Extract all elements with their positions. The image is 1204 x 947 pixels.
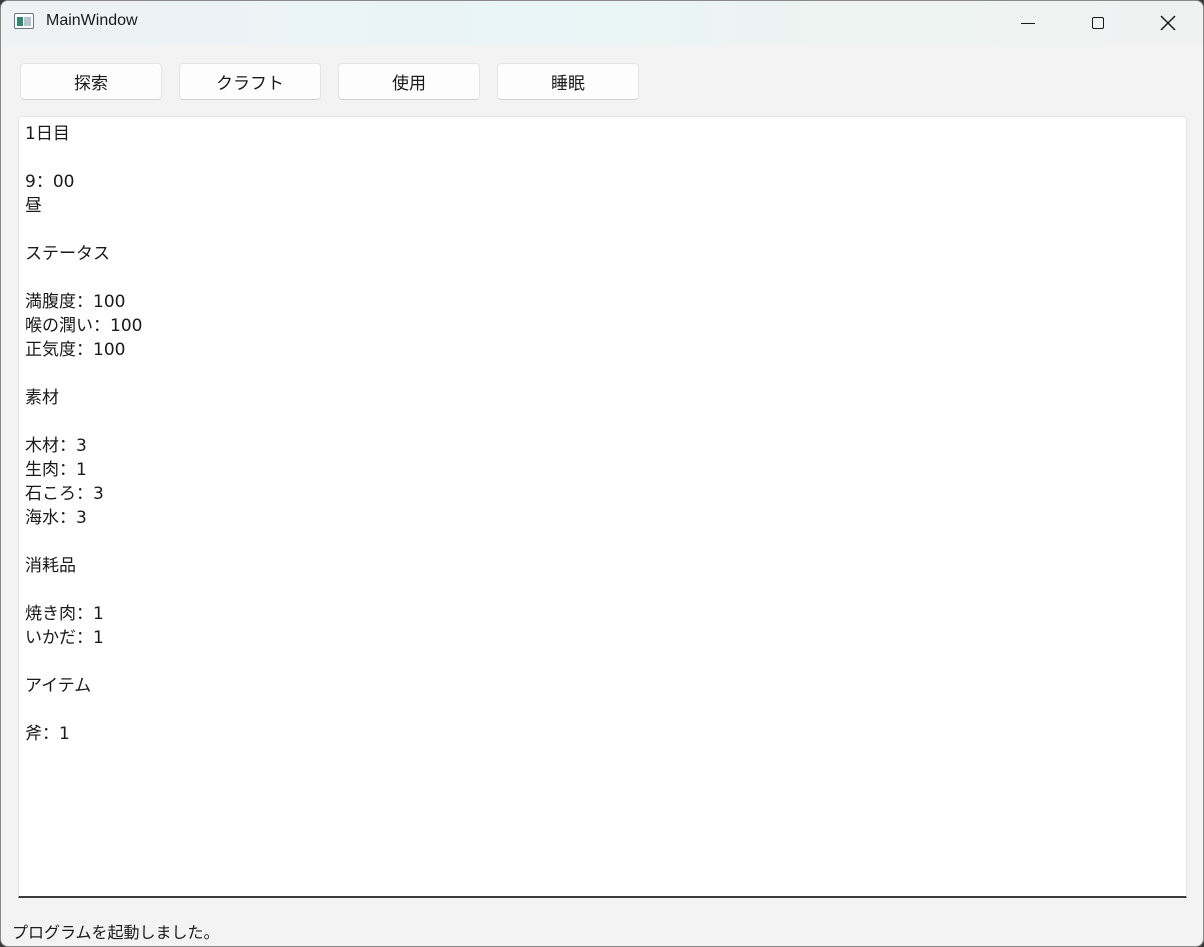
status-bar-message: プログラムを起動しました。 — [12, 923, 220, 942]
log-blank-line — [25, 218, 142, 242]
log-blank-line — [25, 530, 142, 554]
app-window-icon — [14, 13, 34, 29]
use-button[interactable]: 使用 — [338, 63, 480, 100]
log-line: 喉の潤い：100 — [25, 316, 143, 336]
log-line: 焼き肉：1 — [25, 604, 104, 624]
log-blank-line — [25, 266, 142, 290]
log-line: 消耗品 — [25, 556, 76, 576]
minimize-button[interactable] — [993, 1, 1063, 45]
maximize-icon — [1092, 17, 1104, 29]
log-line: 素材 — [25, 388, 59, 408]
log-text-area[interactable]: 1日目 9：00 昼ステータス満腹度：100 喉の潤い：100 正気度：100 素材木材：… — [18, 116, 1187, 898]
log-blank-line — [25, 698, 142, 722]
log-line: 斧：1 — [25, 724, 70, 744]
log-line: アイテム — [25, 676, 92, 696]
close-button[interactable] — [1133, 1, 1203, 45]
log-line: 1日目 — [25, 124, 70, 144]
log-blank-line — [25, 410, 142, 434]
log-blank-line — [25, 578, 142, 602]
craft-button[interactable]: クラフト — [179, 63, 321, 100]
explore-button[interactable]: 探索 — [20, 63, 162, 100]
log-line: 石ころ：3 — [25, 484, 104, 504]
minimize-icon — [1021, 22, 1035, 24]
maximize-button[interactable] — [1063, 1, 1133, 45]
log-line: いかだ：1 — [25, 628, 104, 648]
title-bar[interactable]: MainWindow — [1, 1, 1203, 45]
log-line: 正気度：100 — [25, 340, 126, 360]
sleep-button[interactable]: 睡眠 — [497, 63, 639, 100]
close-icon — [1160, 15, 1176, 31]
log-line: 木材：3 — [25, 436, 87, 456]
log-blank-line — [25, 146, 142, 170]
log-line: 9：00 — [25, 172, 75, 192]
window-title: MainWindow — [46, 12, 138, 29]
log-line: 海水：3 — [25, 508, 87, 528]
main-window: MainWindow 探索 クラフト 使用 睡眠 1日目 9：00 昼ステータス満腹… — [0, 0, 1204, 947]
log-line: 昼 — [25, 196, 42, 216]
log-line: 生肉：1 — [25, 460, 87, 480]
log-blank-line — [25, 650, 142, 674]
log-line: ステータス — [25, 244, 110, 264]
log-line: 満腹度：100 — [25, 292, 126, 312]
log-content: 1日目 9：00 昼ステータス満腹度：100 喉の潤い：100 正気度：100 素材木材：… — [25, 122, 142, 746]
log-blank-line — [25, 362, 142, 386]
